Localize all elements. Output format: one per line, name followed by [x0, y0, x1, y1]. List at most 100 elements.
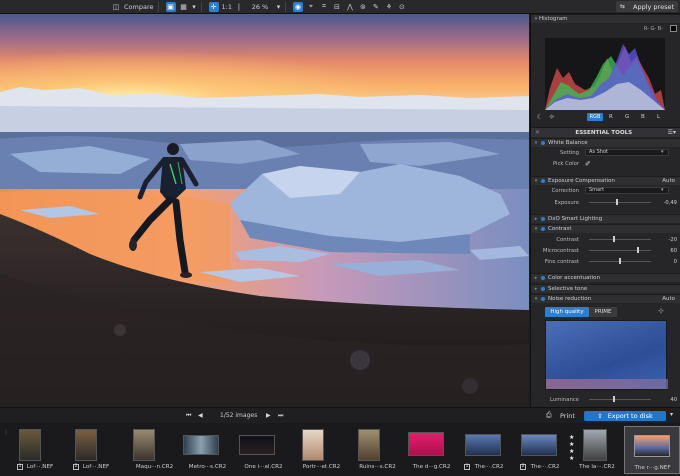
- first-image-icon[interactable]: ⏮: [186, 412, 191, 420]
- filmstrip-item[interactable]: Metro···s.CR2: [180, 426, 235, 474]
- perspective-icon[interactable]: ⋀: [345, 2, 355, 12]
- microcontrast-slider[interactable]: [589, 247, 651, 253]
- tool-enabled-icon[interactable]: [541, 141, 545, 145]
- export-to-disk-button[interactable]: ⇪ Export to disk: [584, 411, 666, 421]
- noise-preview-loupe[interactable]: [545, 320, 668, 390]
- noise-reduction-header[interactable]: ▾ Noise reduction Auto: [531, 294, 680, 303]
- printer-icon[interactable]: ⎙: [546, 411, 552, 420]
- red-eye-icon[interactable]: ⊚: [358, 2, 368, 12]
- filmstrip-item[interactable]: ★ ★ ★ ★ The la···.CR2: [567, 426, 622, 474]
- luminance-slider-handle[interactable]: [613, 396, 615, 402]
- shadow-clipping-icon[interactable]: ☾: [537, 113, 543, 121]
- luminance-slider[interactable]: [589, 396, 651, 402]
- thumbnail-label: Portr···et.CR2: [302, 464, 341, 470]
- main-photo-viewer[interactable]: [0, 14, 529, 407]
- channel-l-button[interactable]: L: [657, 113, 660, 121]
- channel-r-button[interactable]: R: [609, 113, 613, 121]
- compare-icon[interactable]: ◫: [111, 2, 121, 12]
- tool-enabled-icon[interactable]: [541, 297, 545, 301]
- white-balance-header[interactable]: ▾ White Balance: [531, 138, 680, 147]
- white-balance-setting-select[interactable]: As Shot: [585, 149, 669, 156]
- filmstrip-item[interactable]: 1 The···.CR2: [461, 426, 516, 474]
- last-image-icon[interactable]: ⏭: [278, 412, 283, 420]
- expand-triangle-icon[interactable]: ▸: [533, 275, 539, 281]
- zoom-decrease-icon[interactable]: |: [235, 2, 243, 12]
- tool-enabled-icon[interactable]: [541, 287, 545, 291]
- view-dropdown-icon[interactable]: ▾: [192, 2, 197, 12]
- watermark-icon[interactable]: ⊙: [397, 2, 407, 12]
- single-view-icon[interactable]: ▣: [165, 1, 176, 12]
- horizon-icon[interactable]: ⊟: [332, 2, 342, 12]
- fine-contrast-value[interactable]: 0: [655, 259, 677, 265]
- expand-triangle-icon[interactable]: ▸: [533, 286, 539, 292]
- contrast-slider[interactable]: [589, 236, 651, 242]
- filmstrip-item-selected[interactable]: The r···g.NEF: [624, 426, 680, 474]
- next-image-icon[interactable]: ▶: [266, 412, 271, 419]
- tool-enabled-icon[interactable]: [541, 227, 545, 231]
- highlight-clipping-icon[interactable]: ☼: [549, 113, 555, 121]
- filmstrip-item[interactable]: 2 The···.CR2: [517, 426, 572, 474]
- microcontrast-value[interactable]: 60: [655, 248, 677, 254]
- exposure-auto-label[interactable]: Auto: [662, 178, 675, 184]
- contrast-slider-handle[interactable]: [613, 236, 615, 242]
- filmstrip-item[interactable]: Ruins···s.CR2: [350, 426, 405, 474]
- contrast-header[interactable]: ▾ Contrast: [531, 224, 680, 233]
- exposure-value[interactable]: -0,49: [655, 200, 677, 206]
- collapse-triangle-icon[interactable]: ▾: [533, 226, 539, 232]
- color-accentuation-header[interactable]: ▸ Color accentuation: [531, 273, 680, 282]
- collapse-triangle-icon[interactable]: ▾: [533, 296, 539, 302]
- print-button[interactable]: Print: [560, 412, 575, 420]
- prime-tab[interactable]: PRIME: [589, 307, 617, 317]
- compare-button[interactable]: Compare: [124, 2, 154, 12]
- fit-zoom-icon[interactable]: ✛: [208, 1, 219, 12]
- exposure-slider-handle[interactable]: [616, 199, 618, 205]
- expand-triangle-icon[interactable]: ▸: [533, 216, 539, 222]
- high-quality-tab[interactable]: High quality: [545, 307, 589, 317]
- left-scroll-dots[interactable]: ⋮: [3, 429, 9, 436]
- palette-menu-icon[interactable]: ☰▾: [668, 129, 676, 136]
- filmstrip-item[interactable]: Portr···et.CR2: [294, 426, 349, 474]
- white-balance-picker-icon[interactable]: ⌖: [306, 2, 316, 12]
- eyedropper-icon[interactable]: ✐: [585, 160, 591, 168]
- correction-preview-icon[interactable]: ◉: [292, 1, 303, 12]
- apply-preset-button[interactable]: ⇆ Apply preset: [616, 1, 678, 12]
- filmstrip-item[interactable]: 1 Lof···.NEF: [14, 426, 69, 474]
- luminance-value[interactable]: 40: [655, 397, 677, 403]
- star-rating-icon[interactable]: ★ ★ ★ ★: [569, 434, 574, 462]
- collapse-triangle-icon[interactable]: ▾: [533, 140, 539, 146]
- collapse-triangle-icon[interactable]: ▾: [533, 178, 539, 184]
- tool-enabled-icon[interactable]: [541, 217, 545, 221]
- filmstrip-item[interactable]: Maqu···n.CR2: [127, 426, 182, 474]
- contrast-value[interactable]: -20: [655, 237, 677, 243]
- previous-image-icon[interactable]: ◀: [198, 412, 203, 419]
- essential-tools-header[interactable]: ✕ ESSENTIAL TOOLS ☰▾: [531, 127, 680, 137]
- zoom-dropdown-icon[interactable]: ▾: [276, 2, 281, 12]
- filmstrip-item[interactable]: The d···g.CR2: [404, 426, 459, 474]
- ratio-button[interactable]: 1:1: [222, 2, 232, 12]
- microcontrast-slider-handle[interactable]: [637, 247, 639, 253]
- grid-view-icon[interactable]: ▦: [179, 2, 189, 12]
- filmstrip-item[interactable]: 2 Lof···.NEF: [70, 426, 125, 474]
- export-dropdown-icon[interactable]: ▾: [670, 411, 673, 418]
- clipping-swatch[interactable]: [670, 25, 677, 32]
- filmstrip-item[interactable]: One i···al.CR2: [236, 426, 291, 474]
- local-adjustments-icon[interactable]: ⚘: [384, 2, 394, 12]
- selective-tone-header[interactable]: ▸ Selective tone: [531, 284, 680, 293]
- loupe-icon[interactable]: ⊹: [658, 307, 664, 315]
- channel-rgb-button[interactable]: RGB: [587, 113, 603, 121]
- channel-b-button[interactable]: B: [641, 113, 645, 121]
- channel-g-button[interactable]: G: [625, 113, 629, 121]
- fine-contrast-slider-handle[interactable]: [619, 258, 621, 264]
- histogram-header[interactable]: ▾ Histogram: [531, 14, 680, 23]
- noise-reduction-auto-label[interactable]: Auto: [662, 296, 675, 302]
- correction-select[interactable]: Smart: [585, 187, 669, 194]
- zoom-value[interactable]: 26 %: [247, 2, 273, 12]
- exposure-slider[interactable]: [589, 199, 651, 205]
- crop-icon[interactable]: ⌗: [319, 2, 329, 12]
- tool-enabled-icon[interactable]: [541, 179, 545, 183]
- exposure-header[interactable]: ▾ Exposure Compensation Auto: [531, 176, 680, 185]
- tool-enabled-icon[interactable]: [541, 276, 545, 280]
- smart-lighting-header[interactable]: ▸ DxO Smart Lighting: [531, 214, 680, 223]
- fine-contrast-slider[interactable]: [589, 258, 651, 264]
- repair-icon[interactable]: ✎: [371, 2, 381, 12]
